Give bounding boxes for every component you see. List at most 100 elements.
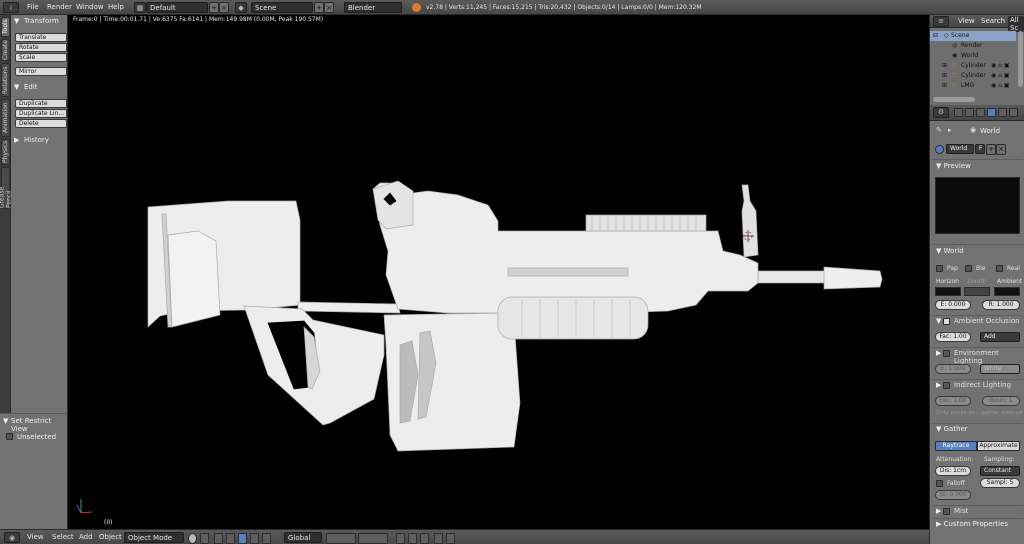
visibility-eye-icon[interactable]: ◉ ⌂ ▣ [991, 81, 1010, 91]
unlink-world-button[interactable]: × [996, 144, 1006, 155]
real-sky-checkbox[interactable] [996, 265, 1003, 272]
edit-panel-title[interactable]: Edit [24, 83, 38, 91]
gather-panel-header[interactable]: ▼ Gather [936, 425, 968, 433]
raytrace-toggle[interactable]: Raytrace [935, 441, 977, 451]
remove-scene-button[interactable]: × [324, 2, 334, 13]
tab-physics[interactable]: Physics [1, 139, 10, 165]
approximate-toggle[interactable]: Approximate [977, 441, 1020, 451]
manipulator-icon[interactable] [214, 533, 223, 544]
strength-field[interactable]: St: 0.000 [935, 490, 971, 500]
menu-window[interactable]: Window [76, 2, 104, 13]
layer-buttons[interactable] [326, 533, 356, 544]
menu-select[interactable]: Select [52, 532, 74, 543]
scene-icon[interactable]: ◆ [235, 2, 247, 13]
snap-element-icon[interactable] [408, 533, 417, 544]
editor-type-button[interactable]: i [3, 2, 19, 13]
expand-arrow-icon[interactable]: ⊞ [942, 81, 947, 91]
env-lighting-checkbox[interactable] [943, 350, 950, 357]
viewport-shading-icon[interactable] [188, 533, 197, 544]
editor-type-3d-button[interactable]: ◉ [4, 532, 20, 543]
falloff-checkbox[interactable] [936, 480, 943, 487]
distance-field[interactable]: Dis: 1cm [935, 466, 971, 476]
indirect-factor-field[interactable]: Fac: 1.00 [935, 396, 971, 406]
ao-panel-arrow[interactable]: ▼ [936, 317, 941, 325]
translate-manipulator-icon[interactable] [226, 533, 235, 544]
menu-file[interactable]: File [27, 2, 39, 13]
ao-blend-select[interactable]: Add [980, 332, 1020, 342]
preview-panel-header[interactable]: ▼ Preview [936, 162, 971, 170]
visibility-eye-icon[interactable]: ◉ ⌂ ▣ [991, 71, 1010, 81]
render-tab-icon[interactable] [954, 108, 963, 117]
expand-arrow-icon[interactable]: ⊟ [933, 31, 938, 41]
outliner-row-scene[interactable]: ⊟ ◇ Scene [930, 31, 1016, 41]
tab-tools[interactable]: Tools [1, 17, 10, 37]
outliner-view-menu[interactable]: View [958, 17, 975, 25]
proportional-edit-icon[interactable] [420, 533, 429, 544]
outliner-row-world[interactable]: ◉ World [930, 51, 1016, 61]
transform-orientation-select[interactable]: Global [284, 532, 322, 543]
rotate-button[interactable]: Rotate [15, 43, 67, 52]
mist-checkbox[interactable] [943, 508, 950, 515]
render-preview-icon[interactable] [434, 533, 443, 544]
manipulator-space-icon[interactable] [262, 533, 271, 544]
paper-sky-checkbox[interactable] [936, 265, 943, 272]
horizon-color-swatch[interactable] [935, 287, 961, 296]
transform-panel-arrow[interactable]: ▼ [14, 17, 19, 25]
scale-button[interactable]: Scale [15, 53, 67, 62]
object-tab-icon[interactable] [998, 108, 1007, 117]
camera-icon[interactable] [446, 533, 455, 544]
menu-object[interactable]: Object [99, 532, 122, 543]
properties-editor-button[interactable]: ⚙ [933, 107, 949, 118]
pin-icon[interactable]: ✎ [936, 126, 942, 134]
tab-relations[interactable]: Relations [1, 63, 10, 97]
unselected-checkbox[interactable] [6, 433, 13, 440]
layers-tab-icon[interactable] [965, 108, 974, 117]
edit-panel-arrow[interactable]: ▼ [14, 83, 19, 91]
layer-buttons-2[interactable] [358, 533, 388, 544]
snap-icon[interactable] [396, 533, 405, 544]
world-name-field[interactable]: World [946, 144, 974, 154]
env-panel-arrow[interactable]: ▶ [936, 349, 941, 357]
delete-button[interactable]: Delete [15, 119, 67, 128]
menu-help[interactable]: Help [108, 2, 124, 13]
history-panel-title[interactable]: History [24, 136, 49, 144]
world-panel-header[interactable]: ▼ World [936, 247, 964, 255]
history-panel-arrow[interactable]: ▶ [14, 136, 19, 144]
world-tab-icon[interactable] [987, 108, 996, 117]
3d-viewport[interactable]: Frame:0 | Time:00:01.71 | Ve:6375 Fa:614… [68, 15, 929, 529]
outliner-row-cylinder-2[interactable]: ⊞ ▽ Cylinder ◉ ⌂ ▣ [930, 71, 1016, 81]
zenith-color-swatch[interactable] [964, 287, 990, 296]
scene-tab-icon[interactable] [976, 108, 985, 117]
rifle-model[interactable] [68, 15, 929, 529]
world-browse-icon[interactable] [935, 145, 944, 154]
render-engine-select[interactable]: Blender Render [344, 2, 402, 23]
ao-checkbox[interactable] [943, 318, 950, 325]
fake-user-button[interactable]: F [975, 144, 985, 154]
ao-factor-field[interactable]: Fac: 1.00 [935, 332, 971, 342]
mirror-button[interactable]: Mirror [15, 67, 67, 76]
range-field[interactable]: R: 1.000 [982, 300, 1020, 310]
menu-add[interactable]: Add [79, 532, 93, 543]
indirect-lighting-checkbox[interactable] [943, 382, 950, 389]
rotate-manipulator-icon[interactable] [238, 533, 247, 544]
translate-button[interactable]: Translate [15, 33, 67, 42]
indirect-bounces-field[interactable]: Boun: 1 [982, 396, 1020, 406]
outliner-search-menu[interactable]: Search [981, 17, 1005, 25]
display-mode-select[interactable]: All Sc [1008, 16, 1024, 32]
visibility-eye-icon[interactable]: ◉ ⌂ ▣ [991, 61, 1010, 71]
duplicate-button[interactable]: Duplicate [15, 99, 67, 108]
mode-select[interactable]: Object Mode [124, 532, 184, 543]
mist-panel-arrow[interactable]: ▶ [936, 507, 941, 515]
outliner-row-render[interactable]: ◎ Render [930, 41, 1016, 51]
samples-field[interactable]: Sampl: 5 [980, 478, 1020, 488]
screen-layout-field[interactable]: Default [146, 2, 208, 13]
duplicate-linked-button[interactable]: Duplicate Lin... [15, 109, 67, 118]
add-layout-button[interactable]: + [209, 2, 219, 13]
expand-arrow-icon[interactable]: ⊞ [942, 61, 947, 71]
add-scene-button[interactable]: + [314, 2, 324, 13]
screen-layout-icon[interactable]: ▦ [134, 2, 146, 13]
outliner-row-lmg[interactable]: ⊞ ▽ LMG ◉ ⌂ ▣ [930, 81, 1016, 91]
tab-create[interactable]: Create [1, 39, 10, 61]
transform-panel-title[interactable]: Transform [24, 17, 59, 25]
outliner-scrollbar-h[interactable] [933, 97, 975, 102]
